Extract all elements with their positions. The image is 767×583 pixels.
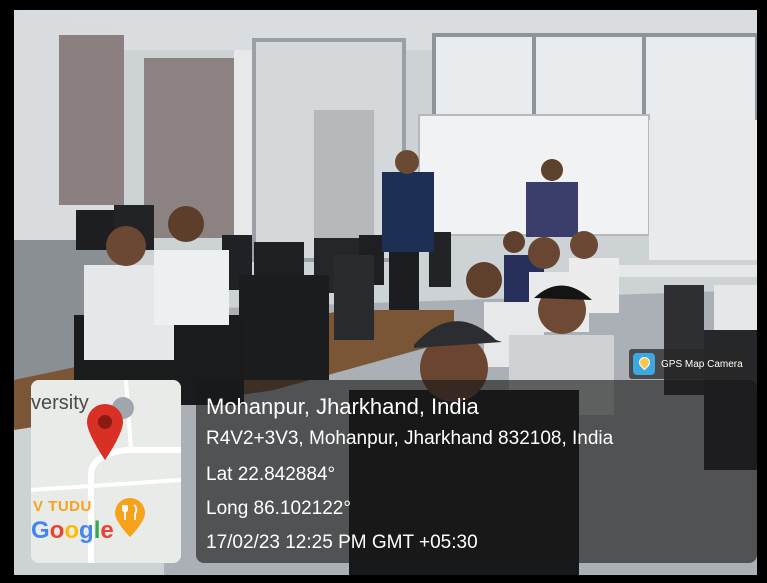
photo-frame: GPS Map Camera versity V TUDU Google Moh…: [0, 0, 767, 583]
location-info-panel: Mohanpur, Jharkhand, India R4V2+3V3, Moh…: [196, 380, 757, 563]
badge-label: GPS Map Camera: [661, 358, 743, 370]
map-place-label: versity: [31, 392, 89, 414]
gps-map-camera-icon: [633, 353, 655, 375]
google-logo: Google: [31, 517, 114, 544]
latitude-line: Lat 22.842884°: [206, 464, 336, 485]
map-thumbnail[interactable]: versity V TUDU Google: [31, 380, 181, 563]
datetime-line: 17/02/23 12:25 PM GMT +05:30: [206, 532, 478, 553]
restaurant-pin-icon: [115, 498, 145, 537]
location-pin-icon: [87, 404, 123, 460]
map-poi-label: V TUDU: [33, 498, 92, 515]
longitude-line: Long 86.102122°: [206, 498, 351, 519]
gps-map-camera-badge: GPS Map Camera: [629, 349, 747, 379]
place-title: Mohanpur, Jharkhand, India: [206, 394, 479, 419]
address-line: R4V2+3V3, Mohanpur, Jharkhand 832108, In…: [206, 428, 614, 449]
